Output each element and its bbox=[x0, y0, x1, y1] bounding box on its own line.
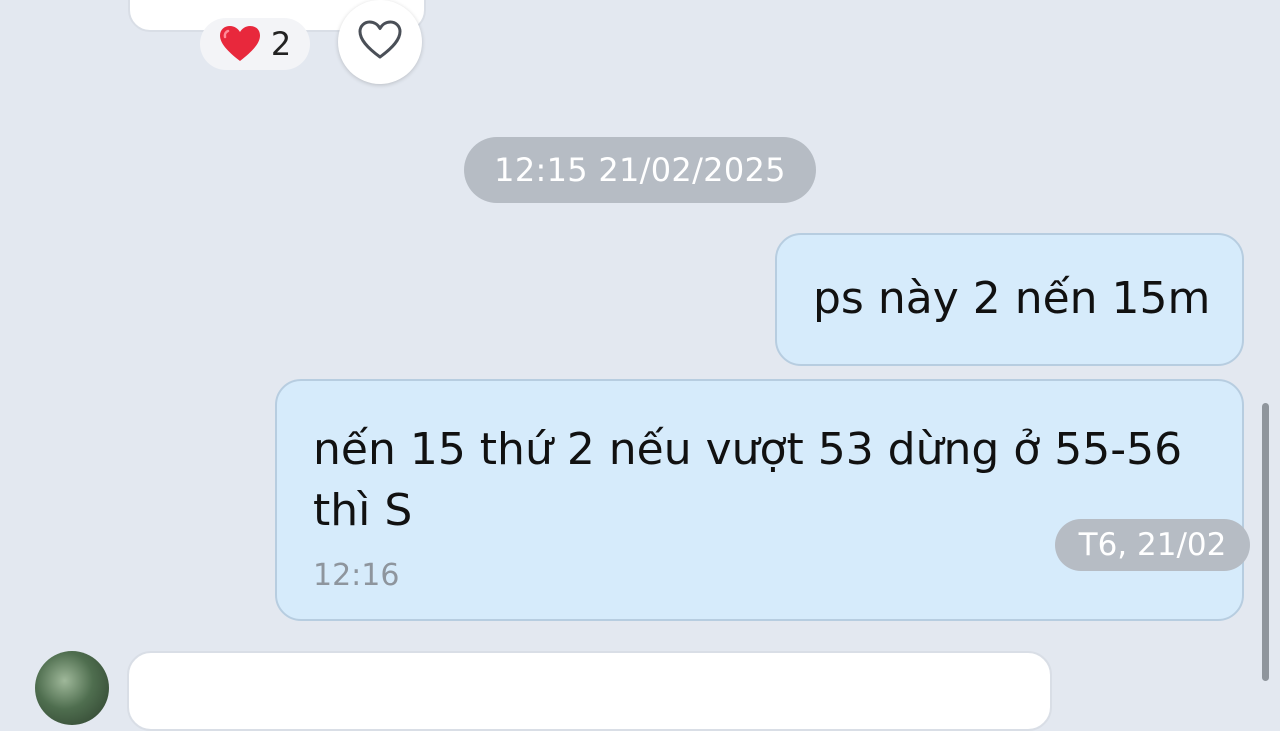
message-text: ps này 2 nến 15m bbox=[813, 273, 1211, 324]
avatar[interactable] bbox=[35, 651, 109, 725]
outgoing-message-bubble[interactable]: ps này 2 nến 15m bbox=[775, 233, 1244, 366]
red-heart-icon bbox=[219, 25, 261, 63]
reaction-count: 2 bbox=[270, 25, 292, 63]
react-heart-button[interactable] bbox=[338, 0, 422, 84]
floating-day-label: T6, 21/02 bbox=[1055, 519, 1250, 571]
scrollbar[interactable] bbox=[1262, 403, 1269, 681]
heart-outline-icon bbox=[357, 19, 403, 65]
incoming-message-bubble-partial[interactable] bbox=[127, 651, 1052, 731]
outgoing-message-bubble[interactable]: nến 15 thứ 2 nếu vượt 53 dừng ở 55-56 th… bbox=[275, 379, 1244, 621]
reaction-summary[interactable]: 2 bbox=[200, 18, 310, 70]
date-separator: 12:15 21/02/2025 bbox=[464, 137, 816, 203]
message-timestamp: 12:16 bbox=[313, 558, 400, 593]
